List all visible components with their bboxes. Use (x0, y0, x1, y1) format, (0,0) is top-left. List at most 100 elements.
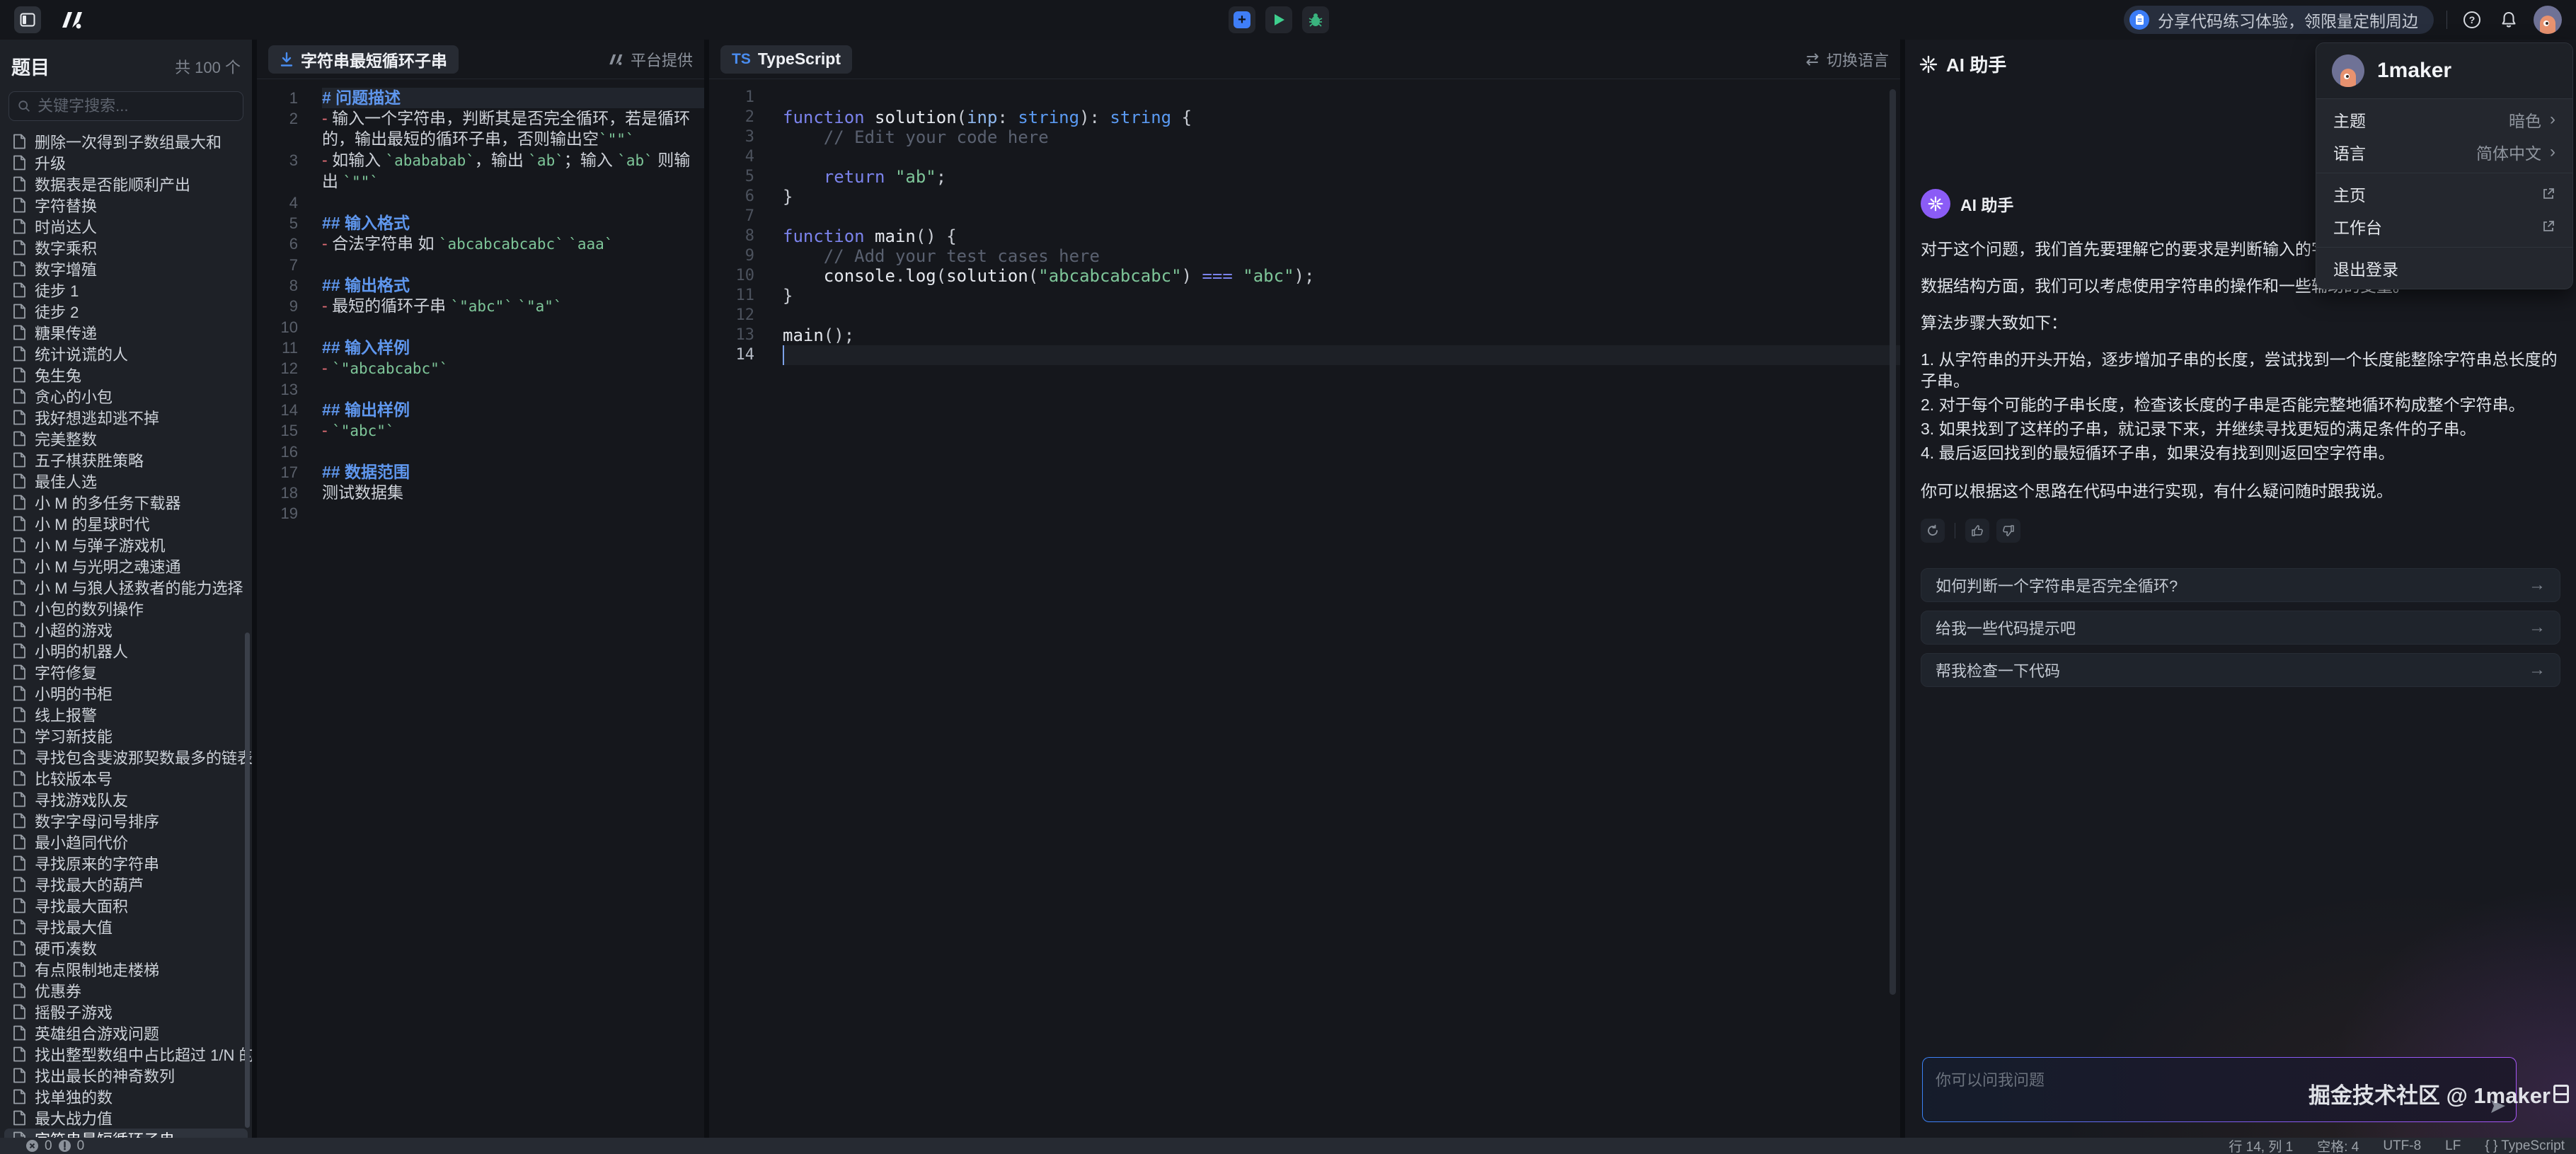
status-item[interactable]: UTF-8 (2383, 1138, 2421, 1154)
sidebar-item[interactable]: 小明的书柜 (4, 683, 248, 704)
sidebar-item[interactable]: 找出最长的神奇数列 (4, 1065, 248, 1086)
help-button[interactable]: ? (2460, 8, 2484, 32)
sidebar-item[interactable]: 优惠券 (4, 980, 248, 1001)
suggested-question[interactable]: 帮我检查一下代码→ (1921, 653, 2560, 687)
ai-message-actions (1921, 519, 2560, 543)
theme-menu-item[interactable]: 主题 暗色› (2316, 103, 2572, 136)
sidebar-item[interactable]: 最佳人选 (4, 471, 248, 492)
sidebar-toggle-button[interactable] (14, 6, 41, 33)
line-content: } (783, 187, 1900, 207)
sidebar-item[interactable]: 小 M 的多任务下载器 (4, 492, 248, 513)
logout-menu-item[interactable]: 退出登录 (2316, 252, 2572, 284)
sidebar-item[interactable]: 最小趋同代价 (4, 831, 248, 853)
status-item[interactable]: LF (2445, 1138, 2461, 1154)
line-content: // Edit your code here (783, 127, 1900, 147)
description-line: 17## 数据范围 (257, 462, 704, 483)
sidebar-item[interactable]: 寻找最大的葫芦 (4, 874, 248, 895)
sidebar-item[interactable]: 最大战力值 (4, 1107, 248, 1129)
sidebar-scrollbar[interactable] (245, 633, 250, 1128)
code-line: 3 // Edit your code here (709, 127, 1900, 147)
syntax-span: } (783, 187, 793, 207)
search-box[interactable] (8, 91, 243, 121)
code-editor[interactable]: 1 2function solution(inp: string): strin… (709, 79, 1900, 365)
run-button[interactable] (1265, 6, 1292, 33)
sidebar-item[interactable]: 糖果传递 (4, 322, 248, 343)
thumbs-down-button[interactable] (1996, 519, 2020, 543)
sidebar-item[interactable]: 学习新技能 (4, 725, 248, 746)
sidebar-item[interactable]: 删除一次得到子数组最大和 (4, 131, 248, 152)
sidebar-item[interactable]: 小包的数列操作 (4, 598, 248, 619)
problem-tab[interactable]: 字符串最短循环子串 (268, 45, 459, 74)
sidebar-item[interactable]: 数字乘积 (4, 237, 248, 258)
syntax-span (783, 167, 824, 187)
sidebar-item[interactable]: 小 M 与狼人拯救者的能力选择 (4, 577, 248, 598)
sidebar-item[interactable]: 字符修复 (4, 662, 248, 683)
sidebar-item[interactable]: 寻找原来的字符串 (4, 853, 248, 874)
marscode-logo-icon[interactable] (57, 11, 85, 29)
search-input[interactable] (38, 97, 234, 115)
editor-scrollbar[interactable] (1890, 89, 1896, 995)
sidebar-item[interactable]: 比较版本号 (4, 768, 248, 789)
sidebar-item[interactable]: 寻找最大面积 (4, 895, 248, 916)
sidebar-header: 题目 共 100 个 (0, 40, 252, 87)
share-banner[interactable]: 分享代码练习体验，领限量定制周边 (2124, 6, 2434, 34)
notifications-button[interactable] (2497, 8, 2521, 32)
sidebar-item[interactable]: 数字字母问号排序 (4, 810, 248, 831)
problems-status[interactable]: 0 0 (25, 1138, 84, 1154)
sidebar-item[interactable]: 小超的游戏 (4, 619, 248, 640)
status-item[interactable]: 空格: 4 (2317, 1136, 2359, 1154)
sidebar-item[interactable]: 找出整型数组中占比超过 1/N 的数 (4, 1044, 248, 1065)
regenerate-button[interactable] (1921, 519, 1945, 543)
suggested-question-text: 如何判断一个字符串是否完全循环? (1936, 574, 2178, 596)
sidebar-item[interactable]: 硬币凑数 (4, 937, 248, 959)
thumbs-up-button[interactable] (1965, 519, 1989, 543)
sidebar-item[interactable]: 摇骰子游戏 (4, 1001, 248, 1022)
sidebar-item[interactable]: 英雄组合游戏问题 (4, 1022, 248, 1044)
user-avatar[interactable] (2534, 6, 2562, 34)
sidebar-item[interactable]: 寻找游戏队友 (4, 789, 248, 810)
line-content: 测试数据集 (322, 483, 704, 503)
sidebar-item-label: 小 M 与狼人拯救者的能力选择 (35, 576, 243, 599)
language-menu-item[interactable]: 语言 简体中文› (2316, 136, 2572, 168)
suggested-question[interactable]: 给我一些代码提示吧→ (1921, 611, 2560, 645)
sidebar-item[interactable]: 数据表是否能顺利产出 (4, 173, 248, 195)
sidebar-item[interactable]: 小明的机器人 (4, 640, 248, 662)
sidebar-item[interactable]: 找单独的数 (4, 1086, 248, 1107)
sidebar-item[interactable]: 寻找包含斐波那契数最多的链表 (4, 746, 248, 768)
status-item[interactable]: { } TypeScript (2485, 1138, 2565, 1154)
debug-button[interactable] (1302, 6, 1329, 33)
add-button[interactable]: + (1229, 6, 1255, 33)
sidebar-item[interactable]: 贪心的小包 (4, 386, 248, 407)
problem-description[interactable]: 1# 问题描述2- 输入一个字符串，判断其是否完全循环，若是循环的，输出最短的循… (257, 79, 704, 524)
switch-language-button[interactable]: 切换语言 (1805, 48, 1889, 71)
sidebar-item[interactable]: 小 M 的星球时代 (4, 513, 248, 534)
sidebar-item[interactable]: 小 M 与光明之魂速通 (4, 555, 248, 577)
sidebar-item[interactable]: 线上报警 (4, 704, 248, 725)
sidebar-item[interactable]: 我好想逃却逃不掉 (4, 407, 248, 428)
suggested-question[interactable]: 如何判断一个字符串是否完全循环?→ (1921, 568, 2560, 602)
sidebar-item-label: 小包的数列操作 (35, 597, 144, 620)
sidebar-item[interactable]: 升级 (4, 152, 248, 173)
sidebar-item[interactable]: 小 M 与弹子游戏机 (4, 534, 248, 555)
sidebar-item[interactable]: 有点限制地走楼梯 (4, 959, 248, 980)
workspace-menu-item[interactable]: 工作台 (2316, 210, 2572, 243)
sidebar-item[interactable]: 时尚达人 (4, 216, 248, 237)
status-item[interactable]: 行 14, 列 1 (2229, 1136, 2293, 1154)
download-icon (280, 52, 294, 67)
sidebar-item[interactable]: 兔生兔 (4, 364, 248, 386)
username: 1maker (2377, 59, 2451, 83)
sidebar-item[interactable]: 字符替换 (4, 195, 248, 216)
code-line: 2function solution(inp: string): string … (709, 108, 1900, 127)
sidebar-item[interactable]: 数字增殖 (4, 258, 248, 279)
sidebar-item[interactable]: 徒步 1 (4, 279, 248, 301)
sidebar-item[interactable]: 寻找最大值 (4, 916, 248, 937)
line-content (322, 255, 704, 275)
sidebar-item[interactable]: 徒步 2 (4, 301, 248, 322)
sidebar-item[interactable]: 五子棋获胜策略 (4, 449, 248, 471)
sidebar-item[interactable]: 完美整数 (4, 428, 248, 449)
sidebar-item[interactable]: 字符串最短循环子串 (4, 1129, 248, 1138)
sidebar-item[interactable]: 统计说谎的人 (4, 343, 248, 364)
editor-tab[interactable]: TS TypeScript (720, 45, 852, 74)
file-icon (13, 1089, 26, 1104)
home-menu-item[interactable]: 主页 (2316, 178, 2572, 210)
